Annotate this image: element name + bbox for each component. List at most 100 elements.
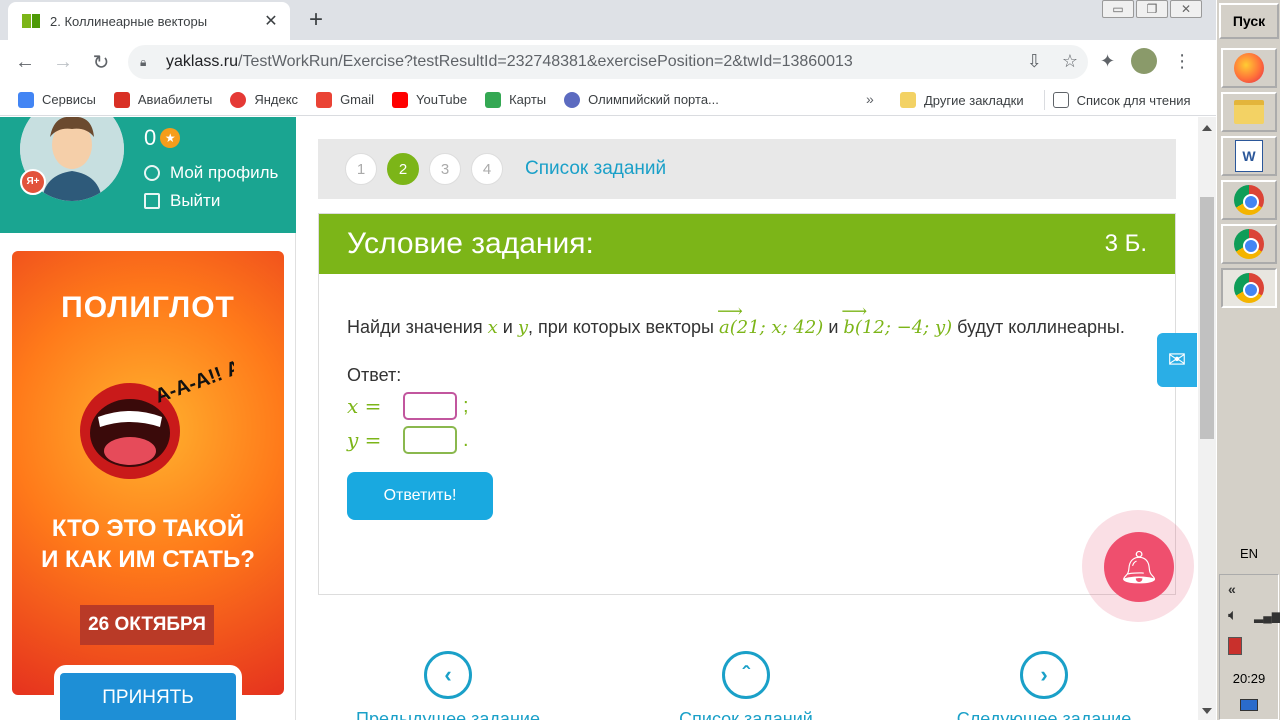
y-answer-input[interactable] [403,426,457,454]
task-card-body: Найди значения x и y, при которых вектор… [319,274,1175,520]
feedback-mail-icon[interactable]: ✉ [1157,333,1197,387]
show-desktop-icon[interactable] [1240,699,1258,711]
task-card: Условие задания: 3 Б. Найди значения x и… [318,213,1176,595]
bookmark-item[interactable]: Gmail [316,91,374,108]
yandex-icon [230,91,247,108]
bookmarks-divider [1043,90,1045,110]
bookmark-item[interactable]: Олимпийский порта... [564,91,719,108]
extensions-puzzle-icon[interactable]: ✦ [1100,51,1115,72]
ad-date: 26 ОКТЯБРЯ [80,605,214,645]
task-navigation: 1 2 3 4 Список заданий [318,139,1176,199]
page-viewport: Я+ 0 ★ Мой профиль Выйти ПОЛИГЛОТ А-А-А! [0,117,1198,720]
apps-grid-icon [18,91,34,108]
minimize-icon[interactable]: ▭ [1102,0,1134,18]
taskbar-chrome-1[interactable] [1221,180,1277,220]
browser-tab-bar: 2. Коллинеарные векторы ✕ + ▭ ❐ ✕ [0,0,1216,40]
shouting-mouth-icon: А-А-А!! А-А-АА!! [80,347,234,479]
task-list-link[interactable]: Список заданий [525,158,666,180]
bookmark-item[interactable]: Карты [485,91,546,108]
browser-profile-avatar[interactable] [1131,48,1158,74]
olympic-portal-icon [564,91,581,108]
submit-answer-button[interactable]: Ответить! [347,472,493,520]
clock[interactable]: 20:29 [1220,671,1278,686]
next-task-link[interactable]: › Следующее задание [934,651,1154,720]
task-points: 3 Б. [1104,230,1147,257]
page-scrollbar[interactable] [1198,117,1216,720]
reading-list-button[interactable]: Список для чтения [1052,92,1191,108]
power-icon[interactable] [1228,637,1242,655]
task-question: Найди значения x и y, при которых вектор… [347,301,1147,341]
new-tab-button[interactable]: + [304,6,328,34]
taskbar-chrome-2[interactable] [1221,224,1277,264]
bookmarks-bar: Сервисы Авиабилеты Яндекс Gmail YouTube … [0,84,1216,116]
task-number-2[interactable]: 2 [387,153,419,185]
answer-label: Ответ: [347,365,402,385]
gmail-icon [316,91,333,108]
chrome-icon [1234,229,1264,259]
previous-task-link[interactable]: ‹ Предыдущее задание [338,651,558,720]
task-list-bottom-link[interactable]: ˆ Список заданий [636,651,856,720]
windows-taskbar: Пуск W EN « 🔈︎ ▂▄▆ 20:29 [1216,0,1280,720]
tab-title: 2. Коллинеарные векторы [50,13,208,29]
vector-arrow-icon: ⟶ [841,301,868,322]
tray-expand-icon[interactable]: « [1228,581,1236,597]
browser-tab-active[interactable]: 2. Коллинеарные векторы ✕ [8,2,290,40]
task-number-4[interactable]: 4 [471,153,503,185]
taskbar-firefox[interactable] [1221,48,1277,88]
advertisement-banner[interactable]: ПОЛИГЛОТ А-А-А!! А-А-АА!! КТО ЭТО ТАКОЙ … [12,251,284,695]
bell-icon: 🔔︎ [1104,532,1174,602]
url-path: /TestWorkRun/Exercise?testResultId=23274… [238,53,853,70]
yaklass-favicon-icon [22,14,40,28]
logout-link[interactable]: Выйти [144,191,220,211]
start-button[interactable]: Пуск [1219,3,1279,39]
vector-a: ⟶ a [716,301,743,338]
taskbar-chrome-3[interactable] [1221,268,1277,308]
score-value: 0 [144,125,157,150]
tab-close-icon[interactable]: ✕ [262,11,280,31]
install-app-icon[interactable]: ⇩ [1027,51,1042,72]
x-answer-input[interactable] [403,392,457,420]
taskbar-folder[interactable] [1221,92,1277,132]
task-number-3[interactable]: 3 [429,153,461,185]
youtube-icon [392,91,409,108]
level-badge-icon: Я+ [20,169,46,195]
language-indicator[interactable]: EN [1217,546,1280,561]
vector-arrow-icon: ⟶ [716,301,743,322]
forward-arrow-icon[interactable]: → [44,51,82,74]
scroll-thumb[interactable] [1200,197,1214,439]
browser-toolbar: ← → ↻ 🔒︎ yaklass.ru/TestWorkRun/Exercise… [0,40,1216,84]
score-display: 0 ★ [144,125,181,151]
back-arrow-icon[interactable]: ← [6,51,44,74]
bookmarks-overflow-button[interactable]: » [866,91,874,107]
restore-icon[interactable]: ❐ [1136,0,1168,18]
y-terminator: . [463,428,469,451]
bookmark-item[interactable]: Яндекс [230,91,298,108]
address-bar[interactable]: 🔒︎ yaklass.ru/TestWorkRun/Exercise?testR… [128,45,1088,79]
chevron-left-icon: ‹ [424,651,472,699]
profile-panel: Я+ 0 ★ Мой профиль Выйти [0,117,296,233]
volume-icon[interactable]: 🔈︎ [1228,607,1238,625]
browser-menu-icon[interactable]: ⋮ [1173,51,1191,72]
task-number-1[interactable]: 1 [345,153,377,185]
window-controls: ▭ ❐ ✕ [1102,0,1202,20]
my-profile-link[interactable]: Мой профиль [144,163,278,183]
other-bookmarks-folder[interactable]: Другие закладки [900,92,1024,108]
reading-list-icon [1052,92,1069,108]
network-signal-icon[interactable]: ▂▄▆ [1254,609,1280,623]
lock-icon[interactable]: 🔒︎ [140,55,154,70]
task-card-header: Условие задания: 3 Б. [319,214,1175,274]
x-equals-label: x = [347,394,382,418]
window-close-icon[interactable]: ✕ [1170,0,1202,18]
scroll-up-icon[interactable] [1202,125,1212,131]
vector-b: ⟶ b [841,301,868,338]
notification-bell-button[interactable]: 🔔︎ [1082,510,1194,622]
reload-icon[interactable]: ↻ [82,50,120,75]
taskbar-word[interactable]: W [1221,136,1277,176]
y-equals-label: y = [347,428,382,452]
bookmark-star-icon[interactable]: ☆ [1062,51,1078,72]
bookmark-item[interactable]: Авиабилеты [113,91,212,108]
scroll-down-icon[interactable] [1202,708,1212,714]
bookmark-item[interactable]: Сервисы [18,91,96,108]
bookmark-item[interactable]: YouTube [392,91,467,108]
ad-participate-button[interactable]: ПРИНЯТЬ УЧАСТИЕ [60,673,236,720]
